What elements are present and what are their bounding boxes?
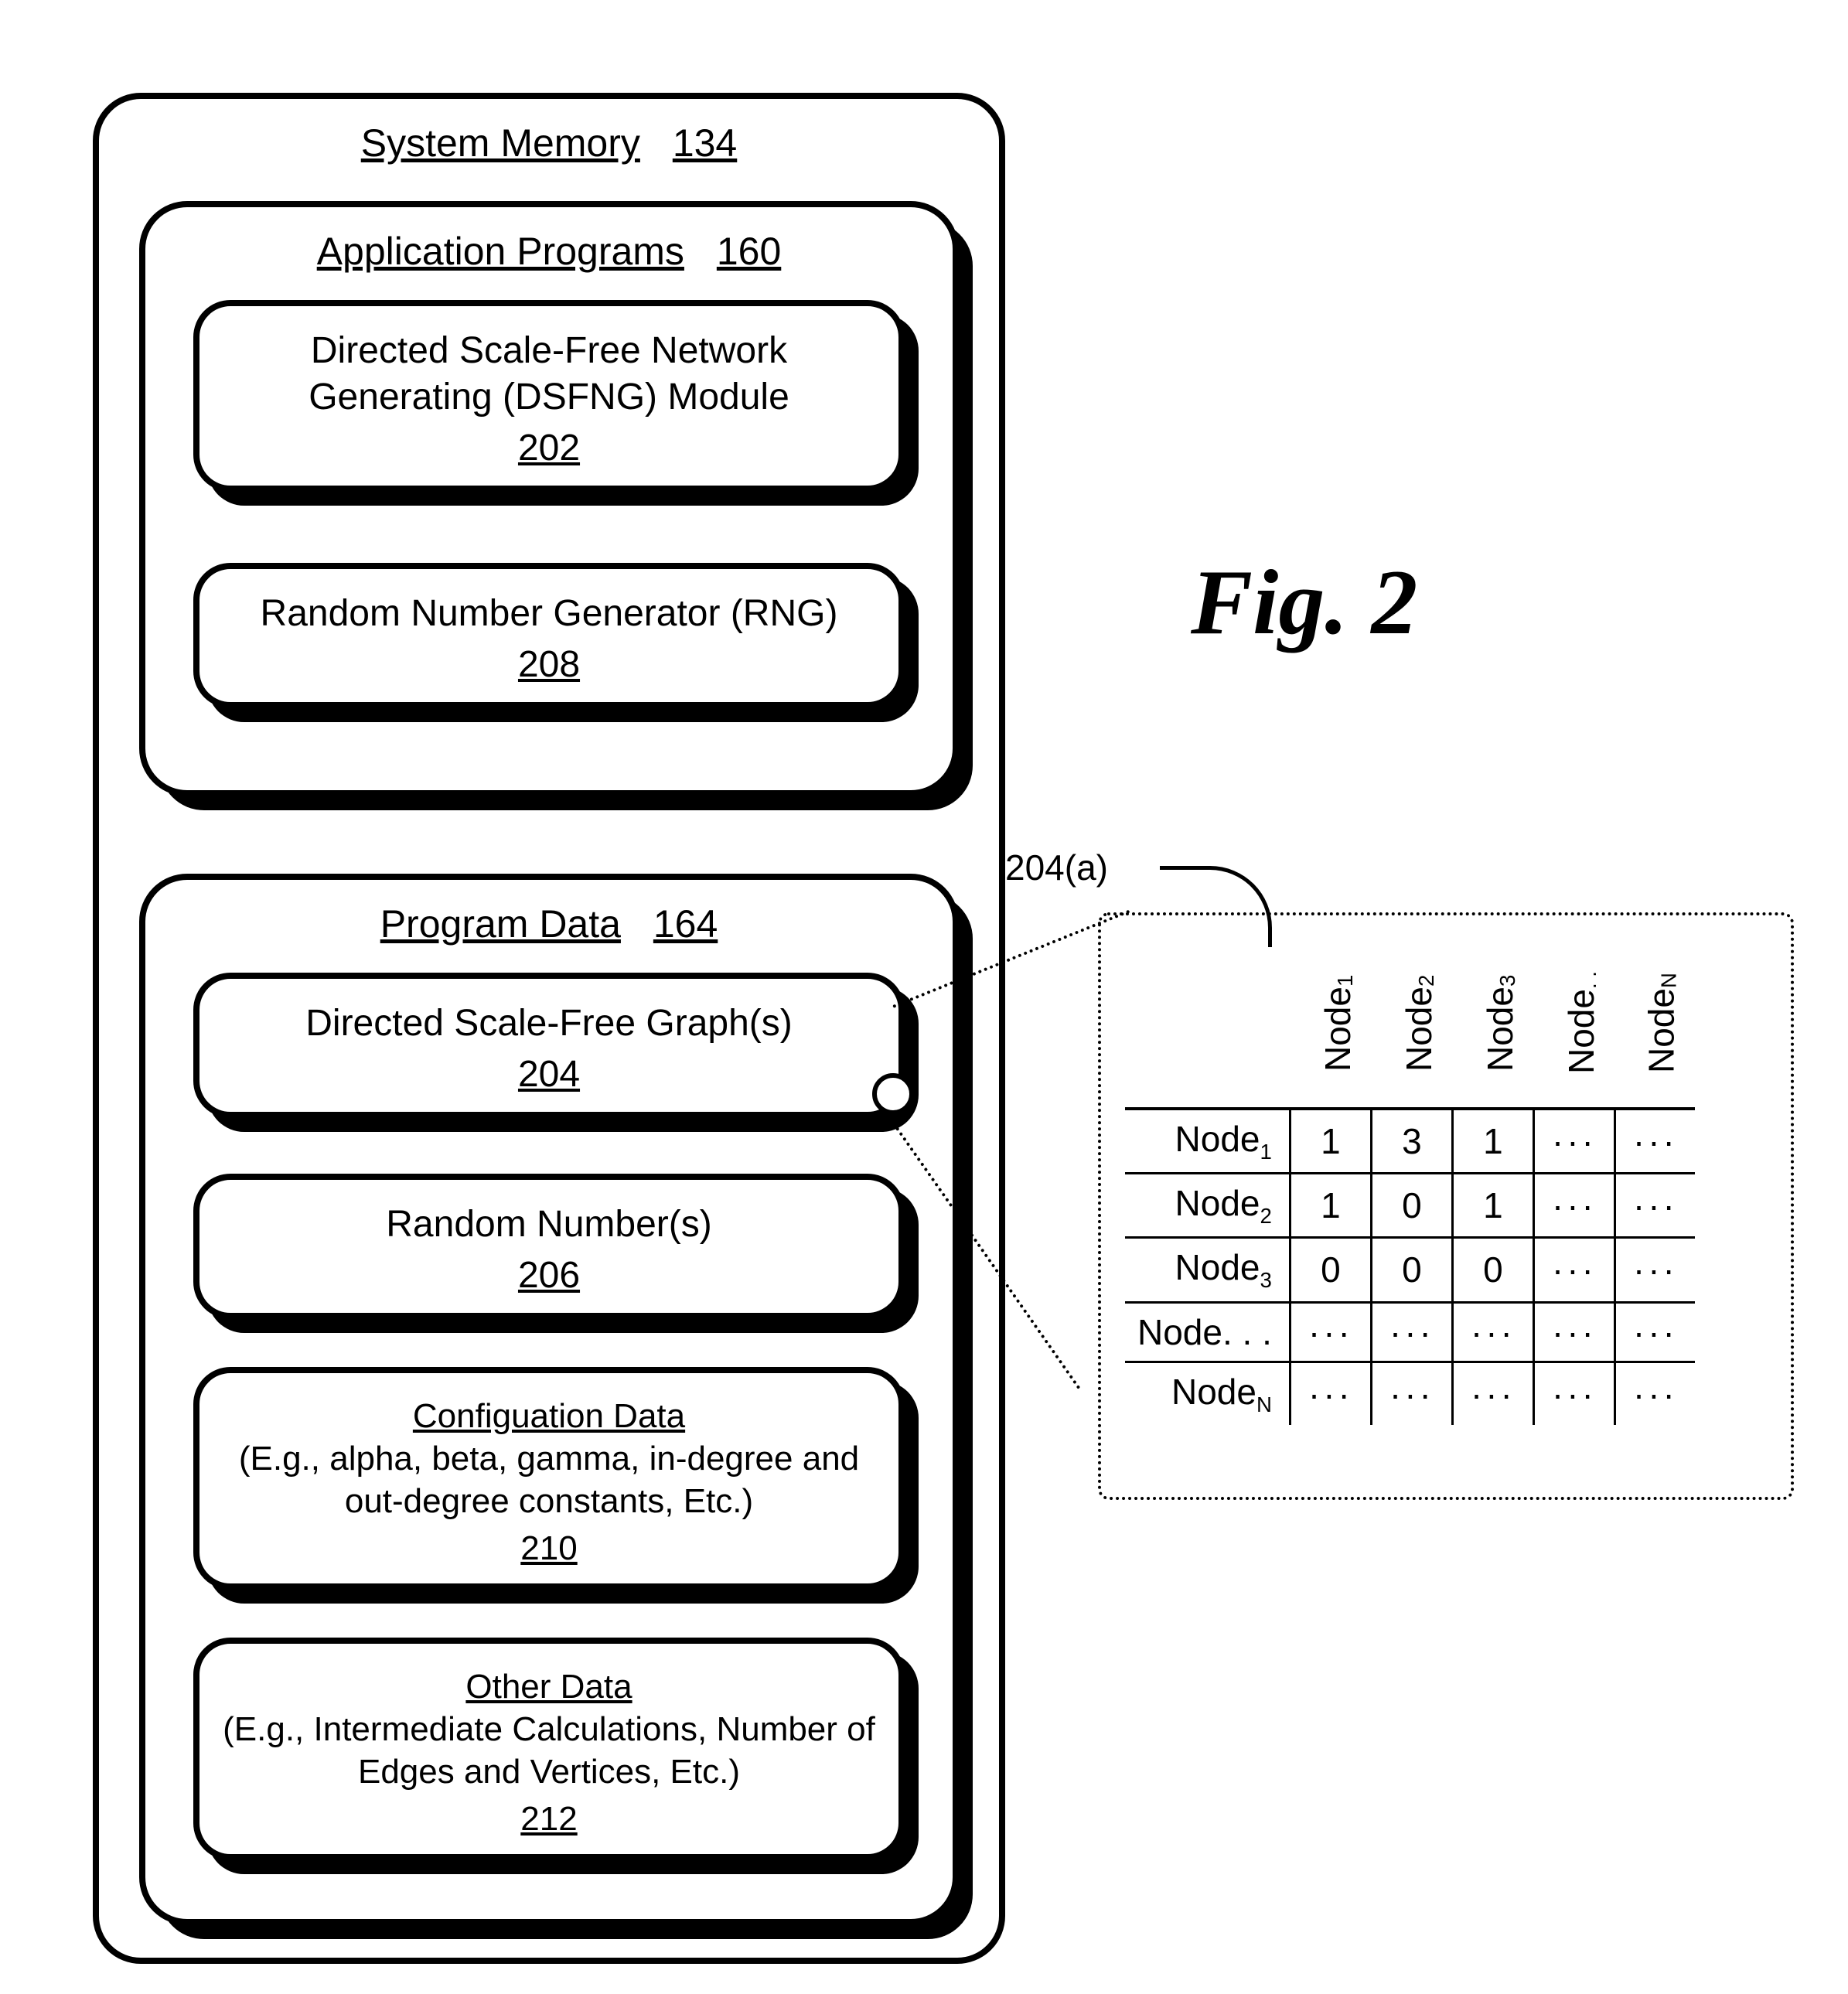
matrix-cell: ··· bbox=[1533, 1238, 1614, 1302]
directed-graph-box: Directed Scale-Free Graph(s) 204 bbox=[193, 973, 905, 1118]
matrix-cell: 1 bbox=[1290, 1109, 1371, 1174]
matrix-header-row: Node1 Node2 Node3 Node. . NodeN bbox=[1125, 936, 1695, 1109]
matrix-row: Node2 1 0 1 ··· ··· bbox=[1125, 1174, 1695, 1238]
config-data-title: Configuation Data bbox=[413, 1397, 685, 1435]
other-data-box: Other Data (E.g., Intermediate Calculati… bbox=[193, 1638, 905, 1860]
rng-label: Random Number Generator (RNG) bbox=[261, 593, 838, 634]
random-numbers-box: Random Number(s) 206 bbox=[193, 1174, 905, 1319]
matrix-cell: 1 bbox=[1452, 1109, 1533, 1174]
matrix-cell: 0 bbox=[1371, 1174, 1452, 1238]
system-memory-title-text: System Memory bbox=[361, 121, 640, 165]
application-programs-title-text: Application Programs bbox=[317, 230, 684, 273]
application-programs-panel: Application Programs 160 Directed Scale-… bbox=[139, 201, 959, 796]
config-data-box: Configuation Data (E.g., alpha, beta, ga… bbox=[193, 1367, 905, 1590]
directed-graph-label: Directed Scale-Free Graph(s) bbox=[305, 1003, 793, 1044]
system-memory-title: System Memory 134 bbox=[99, 122, 999, 165]
matrix-cell: ··· bbox=[1614, 1302, 1695, 1362]
random-numbers-label: Random Number(s) bbox=[386, 1204, 711, 1245]
matrix-cell: ··· bbox=[1533, 1302, 1614, 1362]
matrix-row-header: Node3 bbox=[1125, 1238, 1290, 1302]
matrix-cell: ··· bbox=[1371, 1362, 1452, 1425]
matrix-cell: ··· bbox=[1290, 1362, 1371, 1425]
adjacency-matrix: Node1 Node2 Node3 Node. . NodeN Node1 1 … bbox=[1125, 936, 1695, 1425]
matrix-row-header: Node2 bbox=[1125, 1174, 1290, 1238]
matrix-col-header: Node3 bbox=[1452, 936, 1533, 1109]
callout-label: 204(a) bbox=[1005, 847, 1108, 888]
application-programs-num: 160 bbox=[717, 230, 781, 273]
dsfng-label: Directed Scale-Free Network Generating (… bbox=[309, 330, 789, 418]
program-data-panel: Program Data 164 Directed Scale-Free Gra… bbox=[139, 874, 959, 1925]
matrix-cell: ··· bbox=[1290, 1302, 1371, 1362]
matrix-cell: ··· bbox=[1614, 1362, 1695, 1425]
matrix-col-header: Node. . bbox=[1533, 936, 1614, 1109]
matrix-row-header: Node. . . bbox=[1125, 1302, 1290, 1362]
program-data-title: Program Data 164 bbox=[145, 903, 953, 946]
matrix-cell: ··· bbox=[1614, 1174, 1695, 1238]
matrix-cell: ··· bbox=[1533, 1109, 1614, 1174]
matrix-cell: ··· bbox=[1614, 1109, 1695, 1174]
callout-source-marker bbox=[872, 1073, 914, 1115]
config-data-num: 210 bbox=[520, 1527, 577, 1570]
matrix-cell: 0 bbox=[1452, 1238, 1533, 1302]
matrix-cell: ··· bbox=[1614, 1238, 1695, 1302]
matrix-row-header: Node1 bbox=[1125, 1109, 1290, 1174]
matrix-row-header: NodeN bbox=[1125, 1362, 1290, 1425]
matrix-row: Node. . . ··· ··· ··· ··· ··· bbox=[1125, 1302, 1695, 1362]
dsfng-num: 202 bbox=[518, 425, 580, 472]
matrix-cell: 1 bbox=[1452, 1174, 1533, 1238]
matrix-cell: ··· bbox=[1452, 1302, 1533, 1362]
other-data-desc: (E.g., Intermediate Calculations, Number… bbox=[223, 1710, 875, 1791]
program-data-title-text: Program Data bbox=[380, 902, 621, 946]
matrix-cell: 3 bbox=[1371, 1109, 1452, 1174]
matrix-row: Node3 0 0 0 ··· ··· bbox=[1125, 1238, 1695, 1302]
matrix-cell: ··· bbox=[1452, 1362, 1533, 1425]
application-programs-title: Application Programs 160 bbox=[145, 230, 953, 273]
dsfng-module-box: Directed Scale-Free Network Generating (… bbox=[193, 300, 905, 492]
matrix-cell: 1 bbox=[1290, 1174, 1371, 1238]
matrix-col-header: Node2 bbox=[1371, 936, 1452, 1109]
other-data-num: 212 bbox=[520, 1798, 577, 1840]
matrix-cell: ··· bbox=[1371, 1302, 1452, 1362]
config-data-desc: (E.g., alpha, beta, gamma, in-degree and… bbox=[239, 1440, 859, 1520]
system-memory-num: 134 bbox=[673, 121, 737, 165]
matrix-cell: 0 bbox=[1371, 1238, 1452, 1302]
matrix-row: Node1 1 3 1 ··· ··· bbox=[1125, 1109, 1695, 1174]
rng-box: Random Number Generator (RNG) 208 bbox=[193, 563, 905, 708]
matrix-row: NodeN ··· ··· ··· ··· ··· bbox=[1125, 1362, 1695, 1425]
other-data-title: Other Data bbox=[465, 1668, 632, 1706]
program-data-num: 164 bbox=[653, 902, 718, 946]
matrix-col-header: NodeN bbox=[1614, 936, 1695, 1109]
rng-num: 208 bbox=[518, 642, 580, 688]
matrix-cell: ··· bbox=[1533, 1362, 1614, 1425]
matrix-cell: ··· bbox=[1533, 1174, 1614, 1238]
matrix-cell: 0 bbox=[1290, 1238, 1371, 1302]
matrix-col-header: Node1 bbox=[1290, 936, 1371, 1109]
random-numbers-num: 206 bbox=[518, 1253, 580, 1299]
directed-graph-num: 204 bbox=[518, 1052, 580, 1098]
figure-caption: Fig. 2 bbox=[1191, 549, 1417, 656]
